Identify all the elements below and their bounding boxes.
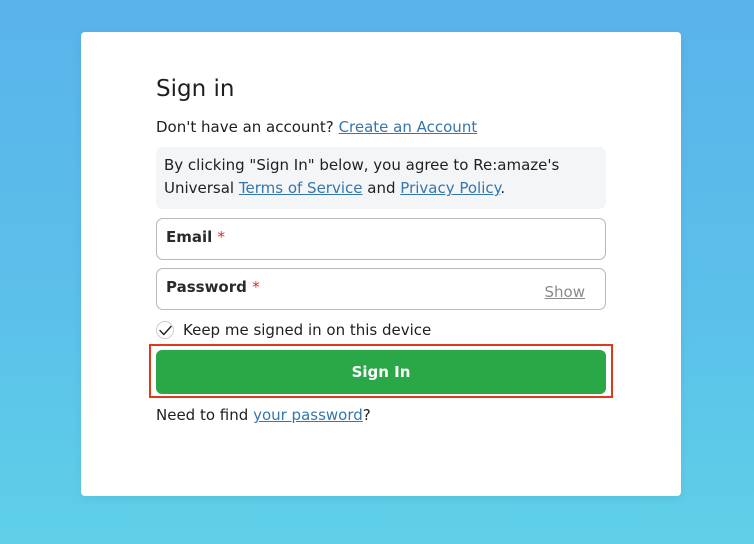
create-account-link[interactable]: Create an Account	[339, 118, 478, 136]
email-field[interactable]: Email *	[156, 218, 606, 260]
create-account-prompt: Don't have an account? Create an Account	[156, 118, 477, 136]
privacy-policy-link[interactable]: Privacy Policy	[400, 179, 500, 197]
forgot-password-prompt: Need to find your password?	[156, 406, 371, 424]
forgot-suffix: ?	[362, 406, 371, 424]
required-mark: *	[252, 278, 260, 296]
password-label-text: Password	[166, 278, 247, 296]
email-label: Email *	[166, 228, 225, 246]
page-title: Sign in	[156, 76, 235, 102]
password-field[interactable]: Password * Show	[156, 268, 606, 310]
terms-notice: By clicking "Sign In" below, you agree t…	[156, 147, 606, 209]
checkmark-icon	[159, 325, 172, 336]
keep-signed-in-checkbox[interactable]	[156, 321, 174, 339]
email-label-text: Email	[166, 228, 213, 246]
terms-and: and	[367, 179, 396, 197]
password-label: Password *	[166, 278, 260, 296]
sign-in-button[interactable]: Sign In	[156, 350, 606, 394]
forgot-password-link[interactable]: your password	[253, 406, 363, 424]
forgot-prefix: Need to find	[156, 406, 249, 424]
keep-signed-in-label: Keep me signed in on this device	[183, 321, 432, 339]
required-mark: *	[217, 228, 226, 246]
keep-signed-in-option[interactable]: Keep me signed in on this device	[156, 319, 431, 341]
show-password-toggle[interactable]: Show	[545, 283, 585, 301]
terms-suffix: .	[500, 179, 506, 197]
signin-card: Sign in Don't have an account? Create an…	[81, 32, 681, 496]
terms-of-service-link[interactable]: Terms of Service	[239, 179, 363, 197]
no-account-text: Don't have an account?	[156, 118, 334, 136]
